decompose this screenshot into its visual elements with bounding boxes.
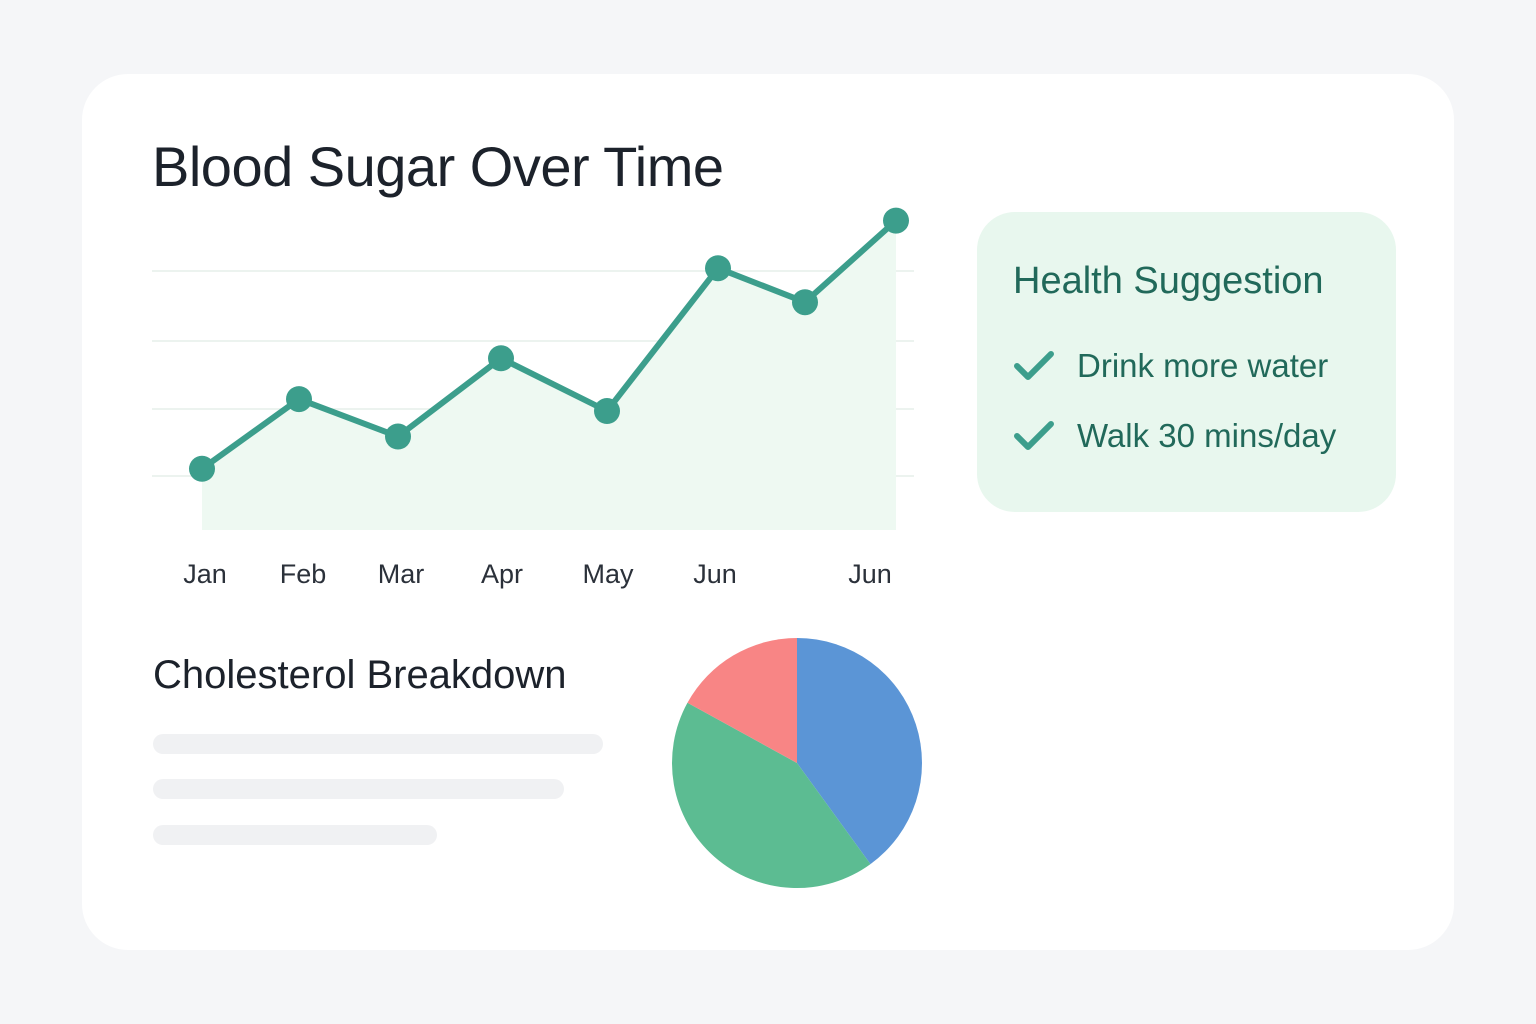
x-tick-label: May — [582, 559, 634, 589]
placeholder-line — [153, 779, 564, 799]
data-point — [488, 345, 514, 372]
data-point — [705, 255, 731, 282]
x-tick-label: Apr — [481, 559, 523, 589]
cholesterol-section-title: Cholesterol Breakdown — [153, 653, 567, 697]
x-tick-label: Mar — [378, 559, 425, 589]
data-point — [792, 289, 818, 316]
check-icon — [1014, 421, 1054, 450]
x-tick-label: Feb — [280, 559, 327, 589]
data-point — [286, 386, 312, 413]
x-tick-label: Jun — [848, 559, 892, 589]
data-point — [189, 455, 215, 482]
cholesterol-pie-chart — [671, 638, 923, 889]
check-icon — [1014, 351, 1054, 380]
data-point — [883, 207, 909, 234]
suggestion-item: Drink more water — [1013, 346, 1328, 386]
health-suggestion-title: Health Suggestion — [1013, 260, 1324, 302]
health-suggestion-card: Health Suggestion Drink more water Walk … — [977, 212, 1396, 512]
data-point — [594, 398, 620, 424]
suggestion-label: Drink more water — [1077, 347, 1329, 384]
placeholder-line — [153, 734, 603, 754]
placeholder-line — [153, 825, 437, 845]
blood-sugar-chart: Jan Feb Mar Apr May Jun Jun — [152, 207, 923, 889]
data-point — [385, 423, 411, 450]
chart-area — [202, 220, 896, 530]
x-tick-label: Jan — [183, 559, 227, 589]
x-tick-label: Jun — [693, 559, 737, 589]
suggestion-item: Walk 30 mins/day — [1013, 416, 1336, 456]
suggestion-label: Walk 30 mins/day — [1077, 417, 1337, 454]
chart-x-axis: Jan Feb Mar Apr May Jun Jun — [183, 559, 892, 589]
